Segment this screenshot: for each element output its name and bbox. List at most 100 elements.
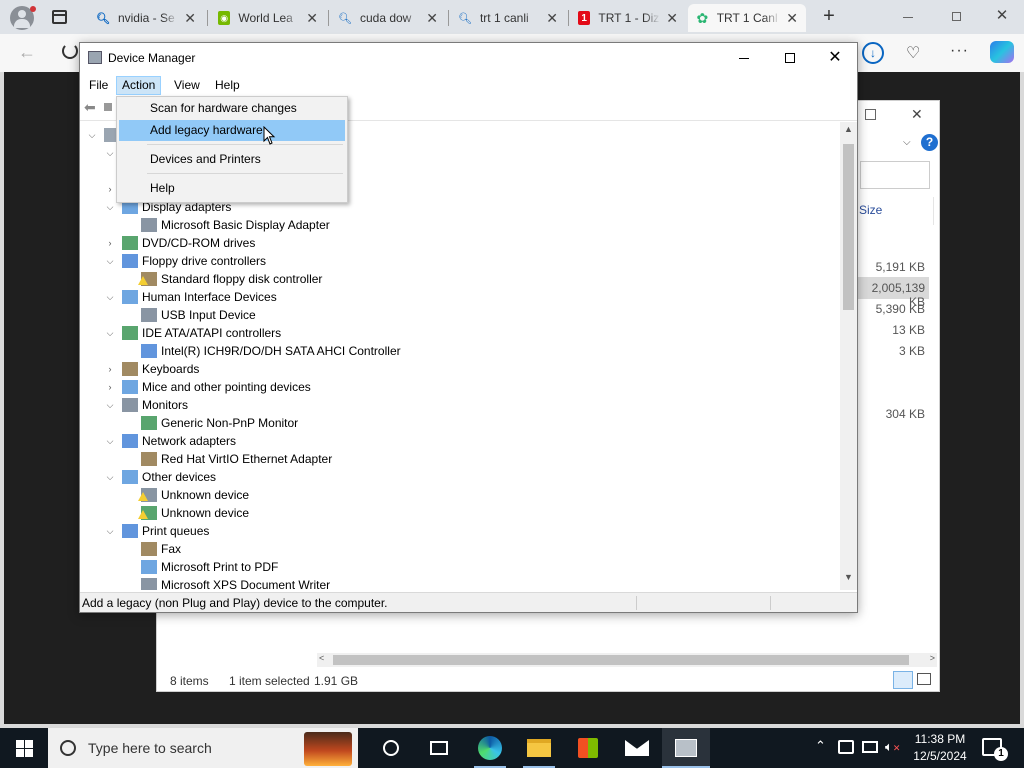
close-tab-icon[interactable]: ✕ [546,10,558,27]
dm-maximize-button[interactable] [776,49,804,69]
tree-category[interactable]: › DVD/CD-ROM drives [104,234,255,252]
taskbar-file-explorer-button[interactable] [515,728,563,768]
task-view-cortana-button[interactable] [367,728,415,768]
copilot-icon[interactable] [990,41,1014,63]
tree-category[interactable]: ⌵ Other devices [104,468,216,486]
task-view-button[interactable] [415,728,463,768]
chevron-down-icon[interactable]: ⌵ [104,432,116,450]
chevron-down-icon[interactable]: ⌵ [903,137,911,148]
show-hidden-icons[interactable]: ⌃ [815,738,826,754]
tree-device[interactable]: Generic Non-PnP Monitor [123,414,298,432]
scroll-up-icon[interactable]: ▲ [844,124,853,134]
size-column-header[interactable]: Size [859,203,882,217]
browser-essentials-icon[interactable]: ♡ [906,43,920,63]
explorer-search-box[interactable] [860,161,930,189]
downloads-icon[interactable]: ↓ [862,42,884,64]
chevron-down-icon[interactable]: ⌵ [104,198,116,216]
tree-device[interactable]: Unknown device [123,504,249,522]
chevron-down-icon[interactable]: ⌵ [104,324,116,342]
help-icon[interactable]: ? [921,134,938,151]
close-tab-icon[interactable]: ✕ [666,10,678,27]
menu-item-scan-hardware[interactable]: Scan for hardware changes [119,98,345,119]
menu-action[interactable]: Action [116,76,162,95]
tree-category[interactable]: ⌵ Print queues [104,522,209,540]
profile-avatar[interactable] [10,6,36,30]
tree-device[interactable]: Fax [123,540,181,558]
tree-category[interactable]: › Keyboards [104,360,199,378]
details-view-icon[interactable] [893,671,913,689]
tree-device[interactable]: Red Hat VirtIO Ethernet Adapter [123,450,332,468]
menu-item-devices-printers[interactable]: Devices and Printers [119,149,345,170]
tree-device[interactable]: Microsoft Print to PDF [123,558,278,576]
tree-category[interactable]: ⌵ Human Interface Devices [104,288,277,306]
close-tab-icon[interactable]: ✕ [184,10,196,27]
tab-actions-icon[interactable] [52,10,67,24]
tree-category[interactable]: ⌵ Monitors [104,396,188,414]
chevron-down-icon[interactable]: ⌵ [104,288,116,306]
new-tab-button[interactable]: + [818,6,840,28]
network-icon[interactable] [838,740,854,754]
chevron-down-icon[interactable]: ⌵ [104,522,116,540]
tab-cuda-download[interactable]: 🔍︎ cuda dow ✕ [330,4,446,32]
tab-nvidia-search[interactable]: 🔍︎ nvidia - Se ✕ [88,4,204,32]
chevron-down-icon[interactable]: ⌵ [104,396,116,414]
close-tab-icon[interactable]: ✕ [426,10,438,27]
menu-item-add-legacy-hardware[interactable]: Add legacy hardware [119,120,345,141]
taskbar-mail-button[interactable] [613,728,661,768]
tree-category[interactable]: ⌵ IDE ATA/ATAPI controllers [104,324,281,342]
tree-device[interactable]: Unknown device [123,486,249,504]
tree-category[interactable]: ⌵ Network adapters [104,432,236,450]
forward-arrow-icon[interactable] [104,103,112,111]
tree-device[interactable]: Standard floppy disk controller [123,270,322,288]
notification-center-button[interactable]: 1 [982,738,1008,761]
window-minimize-button[interactable] [898,8,918,26]
tree-device[interactable]: Microsoft Basic Display Adapter [123,216,330,234]
vertical-scrollbar[interactable]: ▲ ▼ [840,122,857,590]
taskbar-search-box[interactable]: Type here to search [48,728,358,768]
chevron-down-icon[interactable]: ⌵ [104,144,116,162]
chevron-right-icon[interactable]: › [104,378,116,396]
close-tab-icon[interactable]: ✕ [786,10,798,27]
chevron-down-icon[interactable]: ⌵ [104,252,116,270]
ethernet-icon[interactable] [862,741,878,753]
tree-category[interactable]: › Mice and other pointing devices [104,378,311,396]
back-arrow-icon[interactable]: ← [18,42,36,63]
taskbar-store-button[interactable] [564,728,612,768]
tab-trt1-dizi[interactable]: 1 TRT 1 - Diz ✕ [570,4,686,32]
device-manager-titlebar[interactable]: Device Manager ✕ [80,43,857,73]
taskbar-edge-button[interactable] [466,728,514,768]
dm-minimize-button[interactable] [730,49,758,69]
window-close-button[interactable]: ✕ [992,6,1012,26]
tree-device[interactable]: Microsoft XPS Document Writer [123,576,330,590]
chevron-down-icon[interactable]: ⌵ [104,468,116,486]
large-icons-view-icon[interactable] [917,673,931,685]
tab-trt1-canli-search[interactable]: 🔍︎ trt 1 canli ✕ [450,4,566,32]
tree-hidden-row[interactable]: › [104,180,116,198]
chevron-right-icon[interactable]: › [104,360,116,378]
menu-view[interactable]: View [169,76,205,95]
explorer-restore-icon[interactable] [865,109,876,120]
volume-muted-icon[interactable]: 🔈︎✕ [885,739,900,755]
chevron-down-icon[interactable]: ⌵ [86,126,98,144]
clock[interactable]: 11:38 PM 12/5/2024 [908,731,972,765]
taskbar-device-manager-button[interactable] [662,728,710,768]
tree-device[interactable]: Intel(R) ICH9R/DO/DH SATA AHCI Controlle… [123,342,401,360]
chevron-right-icon[interactable]: › [104,234,116,252]
window-restore-button[interactable] [946,8,966,26]
scroll-down-icon[interactable]: ▼ [844,572,853,582]
horizontal-scrollbar[interactable]: < > [317,653,937,667]
tree-device[interactable]: USB Input Device [123,306,256,324]
close-tab-icon[interactable]: ✕ [306,10,318,27]
menu-help[interactable]: Help [210,76,245,95]
dm-close-button[interactable]: ✕ [824,47,846,69]
more-options-icon[interactable]: ··· [950,42,969,60]
tree-hidden-row[interactable]: ⌵ [104,144,116,162]
menu-item-help[interactable]: Help [119,178,345,199]
back-arrow-icon[interactable]: ⬅ [84,99,96,116]
explorer-close-icon[interactable]: ✕ [911,106,923,123]
start-button[interactable] [0,728,48,768]
tree-category[interactable]: ⌵ Floppy drive controllers [104,252,266,270]
tab-world-leaders[interactable]: ◉ World Lea ✕ [210,4,326,32]
chevron-right-icon[interactable]: › [104,180,116,198]
menu-file[interactable]: File [84,76,113,95]
